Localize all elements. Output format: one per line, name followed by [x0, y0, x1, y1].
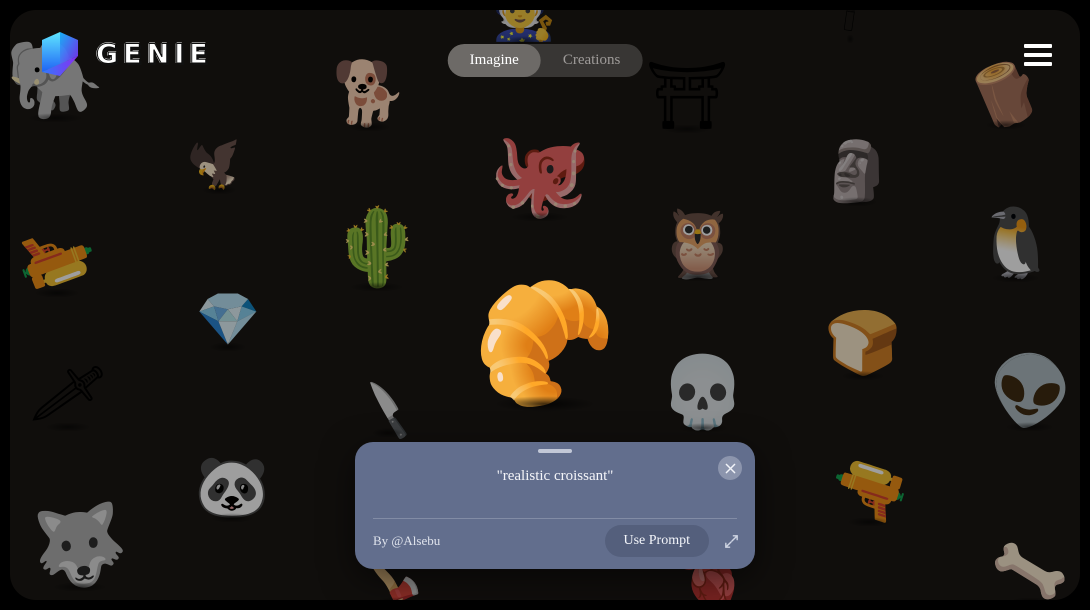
app-root: 🐘 🧙 🕯 🐕 ⛩ 🪵 🦅 🐙 🗿 🔫 🌵 🦉 🐧 💎 🥐 🍞 🗡 🔪 💀 👽 🐼 🔫 🐺 🪓 🫀 🦴	[0, 0, 1090, 610]
genie-prism-logo-icon	[42, 32, 78, 76]
panda-plush-icon: 🐼	[194, 453, 270, 520]
prompt-card[interactable]: "realistic croissant" By @Alsebu Use Pro…	[355, 442, 755, 569]
tab-imagine[interactable]: Imagine	[447, 44, 541, 77]
stone-arch-icon: ⛩	[645, 58, 729, 132]
asset-potted-cactus[interactable]: 🌵	[330, 210, 425, 286]
purple-crystal-icon: 💎	[195, 291, 261, 349]
asset-pelican-bird[interactable]: 🦅	[182, 130, 255, 199]
wooden-wolf-mask-icon: 🐺	[27, 498, 133, 597]
view-tabs[interactable]: Imagine Creations	[447, 44, 643, 77]
asset-dinosaur-skull[interactable]: 🦴	[987, 531, 1073, 600]
octopus-icon: 🐙	[488, 129, 592, 220]
pelican-bird-icon: 🦅	[182, 130, 256, 199]
alien-head-icon: 👽	[981, 347, 1079, 437]
prompt-author: By @Alsebu	[373, 533, 441, 548]
torch-icon: 🕯	[840, 10, 860, 41]
asset-octopus[interactable]: 🐙	[489, 134, 591, 216]
menu-bar-2	[1024, 53, 1052, 57]
astronaut-penguin-icon: 🐧	[973, 205, 1059, 281]
asset-croissant[interactable]: 🥐	[461, 265, 629, 421]
potted-cactus-icon: 🌵	[329, 205, 425, 290]
asset-alien-head[interactable]: 👽	[982, 347, 1079, 437]
asset-panda-plush[interactable]: 🐼	[195, 457, 270, 517]
card-actions: Use Prompt	[604, 525, 742, 557]
asset-astronaut-penguin[interactable]: 🐧	[974, 209, 1059, 277]
bulldog-icon: 🐕	[328, 57, 410, 132]
use-prompt-button[interactable]: Use Prompt	[604, 525, 709, 557]
hooded-figure-icon: 🧙	[491, 10, 557, 43]
cannon-icon: 🔫	[10, 212, 107, 308]
hamburger-menu-icon[interactable]	[1024, 44, 1052, 66]
asset-horned-skull[interactable]: 💀	[659, 357, 746, 427]
asset-hooded-figure[interactable]: 🧙	[492, 10, 557, 40]
owl-icon: 🦉	[656, 206, 740, 280]
brand[interactable]: GENIE	[34, 30, 213, 78]
asset-blue-greatsword[interactable]: 🗡	[24, 355, 112, 434]
asset-owl[interactable]: 🦉	[657, 210, 739, 276]
asset-cannon[interactable]: 🔫	[10, 213, 107, 308]
revolver-icon: 🔫	[821, 444, 917, 535]
asset-revolver[interactable]: 🔫	[822, 445, 917, 534]
tab-creations[interactable]: Creations	[541, 44, 643, 77]
asset-bread-loaf[interactable]: 🍞	[824, 313, 901, 375]
menu-bar-1	[1024, 44, 1052, 48]
menu-bar-3	[1024, 62, 1052, 66]
asset-lamppost-on-rock[interactable]: 🗿	[821, 143, 893, 201]
app-wordmark: GENIE	[96, 38, 213, 70]
prompt-text: "realistic croissant"	[496, 468, 614, 484]
horned-skull-icon: 💀	[659, 353, 747, 431]
curved-dagger-icon: 🔪	[355, 379, 421, 442]
asset-torch[interactable]: 🕯	[840, 10, 860, 41]
lamppost-on-rock-icon: 🗿	[820, 139, 894, 204]
croissant-icon: 🥐	[461, 265, 629, 421]
asset-bulldog[interactable]: 🐕	[328, 57, 410, 132]
bread-loaf-icon: 🍞	[824, 309, 902, 378]
asset-wooden-wolf-mask[interactable]: 🐺	[27, 499, 133, 596]
asset-purple-crystal[interactable]: 💎	[196, 294, 261, 346]
card-divider	[373, 518, 737, 519]
card-footer: By @Alsebu Use Prompt	[373, 525, 741, 557]
asset-curved-dagger[interactable]: 🔪	[355, 380, 421, 442]
drag-handle-icon[interactable]	[538, 449, 572, 453]
firewood-logs-icon: 🪵	[960, 50, 1052, 139]
expand-diagonal-arrows-icon[interactable]	[721, 531, 741, 551]
blue-greatsword-icon: 🗡	[24, 354, 112, 435]
asset-firewood-logs[interactable]: 🪵	[960, 51, 1051, 138]
dinosaur-skull-icon: 🦴	[986, 531, 1073, 600]
gallery-viewport[interactable]: 🐘 🧙 🕯 🐕 ⛩ 🪵 🦅 🐙 🗿 🔫 🌵 🦉 🐧 💎 🥐 🍞 🗡 🔪 💀 👽 🐼 🔫 🐺 🪓 🫀 🦴	[10, 10, 1080, 600]
asset-stone-arch[interactable]: ⛩	[645, 62, 729, 128]
